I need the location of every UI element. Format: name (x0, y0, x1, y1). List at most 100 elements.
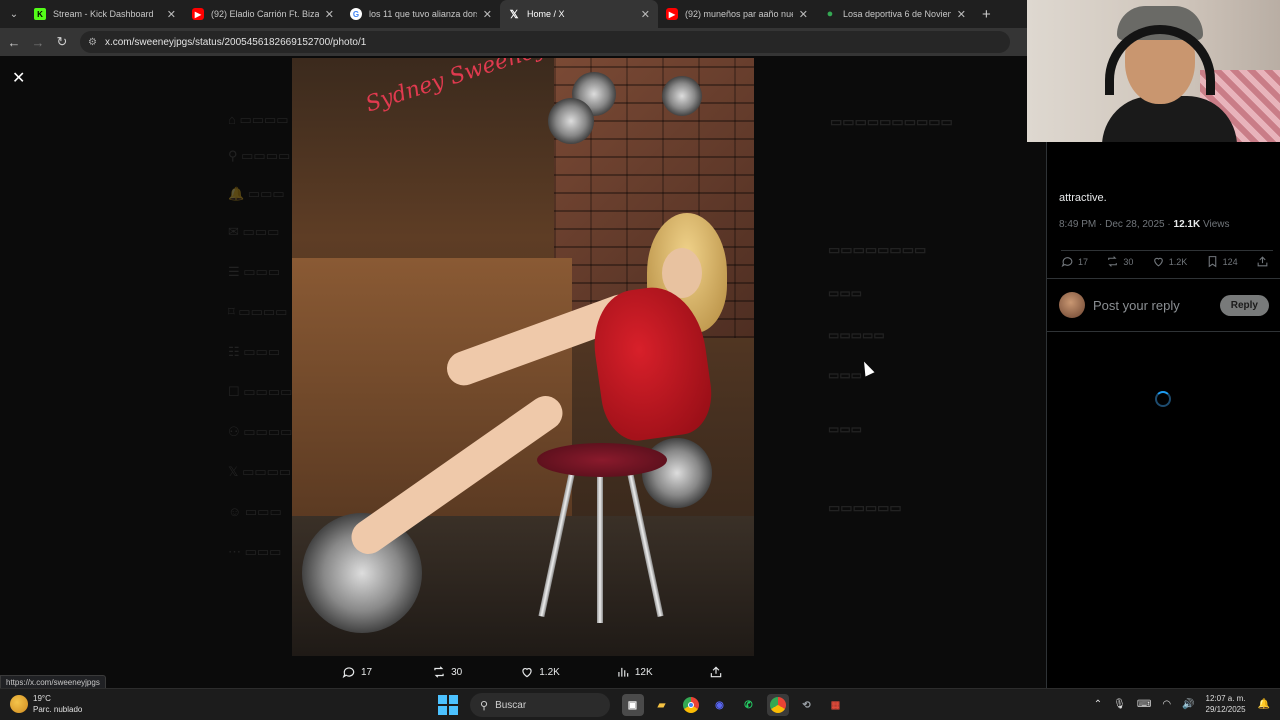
tweet-actions: 17 30 1.2K 124 (1061, 250, 1273, 268)
ghost-nav-item: ⚲ ▭▭▭▭ (228, 148, 291, 163)
file-explorer-icon[interactable]: ▰ (651, 694, 673, 716)
share-action[interactable] (1256, 255, 1273, 268)
tweet-meta: 8:49 PM · Dec 28, 2025 · 12.1K Views (1059, 219, 1229, 230)
reply-icon (342, 667, 355, 679)
tab-maps[interactable]: ● Losa deportiva 6 de Noviembre ✕ (816, 0, 974, 28)
ghost-nav-item: ✉ ▭▭▭ (228, 224, 280, 239)
close-tab-icon[interactable]: ✕ (483, 8, 492, 21)
clock-time: 12:07 a. m. (1205, 694, 1246, 703)
close-viewer-icon[interactable]: ✕ (12, 68, 25, 88)
wifi-icon[interactable]: ◠ (1162, 699, 1171, 710)
close-tab-icon[interactable]: ✕ (325, 8, 334, 21)
notifications-icon[interactable]: 🔔 (1258, 699, 1270, 710)
repost-action[interactable]: 30 (432, 665, 462, 679)
discord-icon[interactable]: ◉ (709, 694, 731, 716)
site-info-icon[interactable]: ⚙ (88, 37, 97, 48)
url-field[interactable]: ⚙ x.com/sweeneyjpgs/status/2005456182669… (80, 31, 1010, 53)
reply-composer: Post your reply Reply (1047, 278, 1280, 332)
ghost-premium-card: ▭▭▭▭▭▭▭▭▭▭ (830, 114, 953, 129)
bookmark-count: 124 (1222, 256, 1238, 267)
chevron-up-icon[interactable]: ⌃ (1094, 699, 1102, 710)
ghost-nav-item: ⌂ ▭▭▭▭ (228, 112, 289, 127)
repost-icon (1108, 256, 1118, 267)
close-tab-icon[interactable]: ✕ (957, 8, 966, 21)
tab-youtube-eladio[interactable]: ▶ (92) Eladio Carrión Ft. Bizarrap ✕ (184, 0, 342, 28)
tab-title: (92) Eladio Carrión Ft. Bizarrap (211, 9, 319, 19)
volume-icon[interactable]: 🔊 (1182, 699, 1194, 710)
task-view-icon[interactable]: ▣ (621, 694, 644, 716)
heart-icon (1153, 257, 1163, 267)
avatar (1059, 292, 1085, 318)
reply-count: 17 (1078, 256, 1089, 267)
chrome-active-icon[interactable] (766, 694, 789, 716)
tab-youtube-munecos[interactable]: ▶ (92) muneños par aaño nuevo ✕ (658, 0, 816, 28)
tab-x-home[interactable]: 𝕏 Home / X ✕ (500, 0, 658, 28)
repost-count: 30 (1123, 256, 1134, 267)
tab-title: (92) muneños par aaño nuevo (685, 9, 793, 19)
ghost-who-to-follow: ▭▭▭▭▭▭ (828, 500, 902, 515)
bookmark-action[interactable]: 124 (1206, 255, 1238, 268)
stool-leg (597, 473, 603, 623)
close-tab-icon[interactable]: ✕ (641, 8, 650, 21)
ghost-nav-item: ☺ ▭▭▭ (228, 504, 282, 519)
reply-icon (1061, 257, 1073, 268)
tab-title: Home / X (527, 9, 565, 19)
share-icon (1257, 256, 1268, 267)
system-tray: ⌃ 🎙 ⌨ ◠ 🔊 12:07 a. m. 29/12/2025 🔔 (1094, 693, 1270, 715)
close-tab-icon[interactable]: ✕ (799, 8, 808, 21)
reload-icon[interactable]: ↻ (50, 34, 74, 50)
back-icon[interactable]: ← (2, 35, 26, 50)
tweet-text: attractive. (1059, 192, 1107, 204)
tweet-views-count: 12.1K (1173, 219, 1201, 230)
repost-count: 30 (451, 666, 463, 678)
ghost-trend-item: ▭▭▭ (828, 286, 863, 300)
url-text: x.com/sweeneyjpgs/status/200545618266915… (104, 36, 367, 48)
maps-pin-icon: ● (826, 8, 834, 20)
windows-start-icon[interactable] (438, 695, 458, 715)
tab-kick[interactable]: K Stream - Kick Dashboard ✕ (26, 0, 184, 28)
photo-action-bar: 17 30 1.2K 12K (292, 660, 754, 684)
reply-action[interactable]: 17 (1061, 255, 1088, 268)
keyboard-icon[interactable]: ⌨ (1137, 699, 1151, 710)
app-icon[interactable]: ⟲ (796, 694, 818, 716)
weather-widget[interactable]: 19°C Parc. nublado (10, 693, 82, 715)
repost-icon (434, 666, 444, 678)
ghost-nav-item: ⚇ ▭▭▭▭ (228, 424, 293, 439)
weather-desc: Parc. nublado (33, 705, 83, 714)
like-count: 1.2K (539, 666, 560, 678)
like-action[interactable]: 1.2K (1152, 255, 1188, 268)
chrome-icon[interactable] (680, 694, 702, 716)
like-count: 1.2K (1168, 256, 1188, 267)
hubcap (548, 98, 594, 144)
like-action[interactable]: 1.2K (520, 665, 560, 679)
close-tab-icon[interactable]: ✕ (167, 8, 176, 21)
app-grid-icon[interactable]: ▦ (825, 694, 847, 716)
ghost-trend-item: ▭▭▭ (828, 368, 863, 382)
tab-title: Losa deportiva 6 de Noviembre (843, 9, 951, 19)
clock[interactable]: 12:07 a. m. 29/12/2025 (1206, 693, 1246, 715)
forward-icon[interactable]: → (26, 35, 50, 50)
share-action[interactable] (709, 665, 728, 679)
ghost-nav-item: ☷ ▭▭▭ (228, 344, 281, 359)
tweet-time[interactable]: 8:49 PM · Dec 28, 2025 · (1059, 219, 1174, 230)
repost-action[interactable]: 30 (1106, 255, 1133, 268)
tweet-views-label: Views (1200, 219, 1230, 230)
weather-temp: 19°C (33, 694, 51, 703)
ghost-nav-item: ⋯ ▭▭▭ (228, 544, 282, 559)
x-icon: 𝕏 (509, 8, 519, 21)
views-action[interactable]: 12K (616, 665, 653, 679)
reply-button[interactable]: Reply (1219, 294, 1269, 316)
reply-input[interactable]: Post your reply (1093, 298, 1220, 313)
youtube-icon: ▶ (666, 8, 678, 20)
tab-search-icon[interactable]: ⌄ (2, 4, 26, 24)
whatsapp-icon[interactable]: ✆ (738, 694, 760, 716)
kick-icon: K (34, 8, 46, 20)
tab-google[interactable]: G los 11 que tuvo alianza dorsale ✕ (342, 0, 500, 28)
reply-action[interactable]: 17 (342, 665, 372, 679)
new-tab-button[interactable]: + (982, 6, 991, 23)
microphone-icon[interactable]: 🎙 (1113, 699, 1126, 710)
x-photo-viewer: ⌂ ▭▭▭▭ ⚲ ▭▭▭▭ 🔔 ▭▭▭ ✉ ▭▭▭ ☰ ▭▭▭ ⌑ ▭▭▭▭ ☷… (0, 56, 1280, 688)
tweet-photo[interactable]: Sydney Sweeney (292, 58, 754, 656)
taskbar-search[interactable]: ⚲ Buscar (470, 693, 610, 717)
youtube-icon: ▶ (192, 8, 204, 20)
